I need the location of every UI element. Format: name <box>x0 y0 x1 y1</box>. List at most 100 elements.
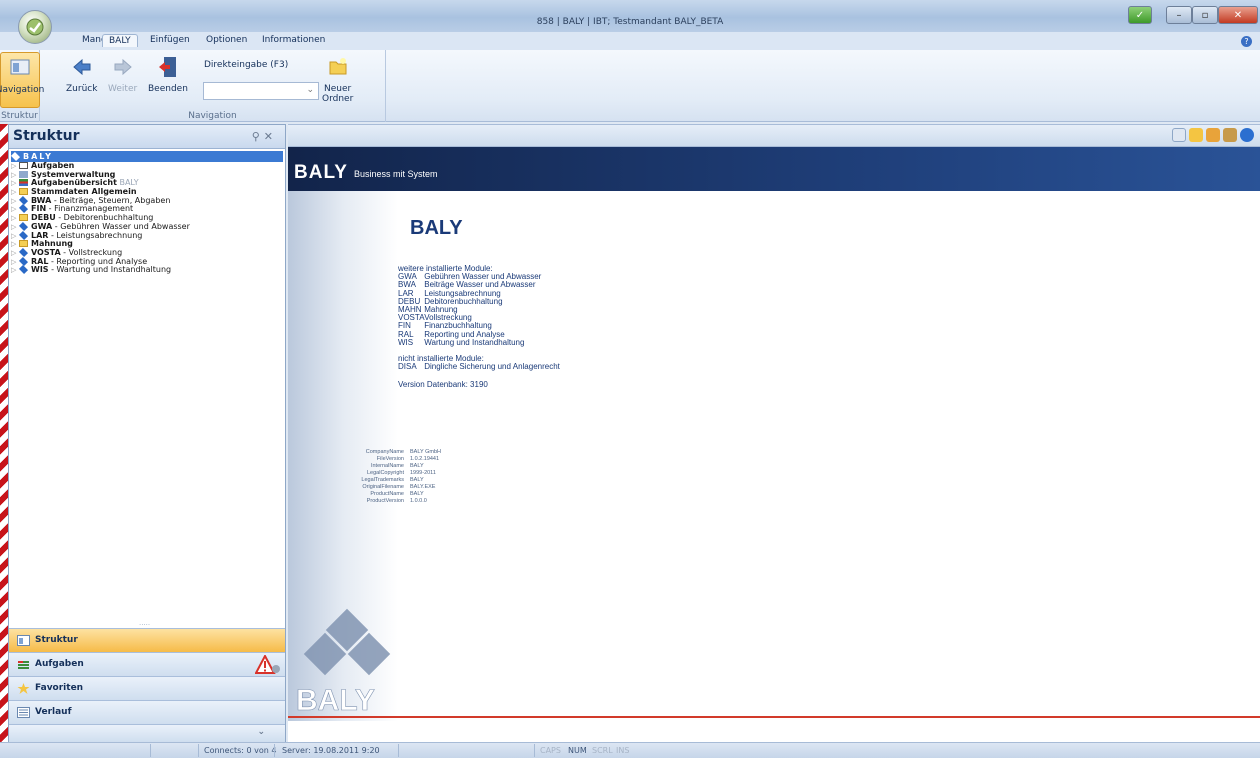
expand-arrow-icon[interactable]: ▷ <box>11 205 19 214</box>
tab-einfuegen[interactable]: Einfügen <box>144 34 196 46</box>
application-menu-button[interactable] <box>18 10 52 44</box>
tree-item-description: - Reporting und Analyse <box>48 256 148 266</box>
navigation-button[interactable]: Navigation <box>0 52 44 108</box>
banner-subtitle: Business mit System <box>354 169 438 179</box>
expand-arrow-icon[interactable]: ▷ <box>11 188 19 197</box>
meta-value: 1999-2011 <box>410 470 436 476</box>
tab-baly[interactable]: BALY <box>102 34 138 47</box>
nav-label-favoriten: Favoriten <box>35 683 84 693</box>
folder-icon <box>19 214 28 222</box>
navigation-label: Navigation <box>0 85 45 95</box>
meta-value: BALY GmbH <box>410 449 441 455</box>
pin-icon[interactable] <box>1189 128 1203 142</box>
tree-item-label: RAL <box>31 256 49 266</box>
expand-arrow-icon[interactable]: ▷ <box>11 171 19 180</box>
tools-icon[interactable] <box>1223 128 1237 142</box>
help-icon[interactable]: ? <box>1241 36 1252 47</box>
meta-value: 1.0.0.0 <box>410 498 427 504</box>
nav-overflow-button[interactable]: ⌄ <box>9 724 285 742</box>
tree-item-description: BALY <box>119 178 139 188</box>
tab-optionen[interactable]: Optionen <box>200 34 253 46</box>
dropdown-icon[interactable]: ⌄ <box>306 85 314 95</box>
close-button[interactable]: ✕ <box>1218 6 1258 24</box>
diamond-icon <box>18 221 29 231</box>
nav-button-favoriten[interactable]: Favoriten <box>9 676 285 700</box>
tree-item[interactable]: ▷ WIS - Wartung und Instandhaltung <box>11 265 283 275</box>
ribbon-group-struktur: Navigation Struktur <box>0 50 44 122</box>
minimize-button[interactable]: – <box>1166 6 1192 24</box>
expand-arrow-icon[interactable]: ▷ <box>11 179 19 188</box>
weiter-label: Weiter <box>108 84 138 94</box>
tree-item-label: Stammdaten Allgemein <box>31 187 137 197</box>
neuer-ordner-button[interactable]: Neuer Ordner <box>322 52 353 104</box>
folder-icon <box>19 188 28 196</box>
expand-arrow-icon[interactable]: ▷ <box>11 266 19 275</box>
nav-button-aufgaben[interactable]: Aufgaben <box>9 652 285 676</box>
watermark-text: BALY <box>296 684 375 717</box>
meta-key: ProductName <box>370 491 404 497</box>
meta-value: BALY <box>410 491 424 497</box>
module-code: WIS <box>398 337 414 347</box>
diamond-icon <box>18 265 29 275</box>
ribbon-tabs: Mandant BALY Einfügen Optionen Informati… <box>0 32 1260 50</box>
tree-item-label: DEBU <box>31 213 56 223</box>
beenden-label: Beenden <box>148 84 188 94</box>
tree-item-label: Mahnung <box>31 239 73 249</box>
diamond-icon <box>18 256 29 266</box>
exit-door-icon <box>155 54 181 80</box>
structure-tree: BALY ▷ Aufgaben ▷ Systemverwaltung ▷ Aufgaben… <box>10 151 283 275</box>
expand-arrow-icon[interactable]: ▷ <box>11 249 19 258</box>
struktur-header: Struktur ⚲✕ <box>9 125 285 149</box>
nav-label-verlauf: Verlauf <box>35 707 72 717</box>
module-list: weitere installierte Module: GWA Gebühre… <box>398 264 560 390</box>
file-meta: CompanyName BALY GmbH FileVersion 1.0.2.194… <box>332 449 441 505</box>
history-list-icon <box>17 707 30 718</box>
nav-label-struktur: Struktur <box>35 635 78 645</box>
expand-arrow-icon[interactable]: ▷ <box>11 197 19 206</box>
structure-icon <box>17 635 30 646</box>
expand-arrow-icon[interactable]: ▷ <box>11 258 19 267</box>
tab-informationen[interactable]: Informationen <box>256 34 331 46</box>
nav-button-verlauf[interactable]: Verlauf <box>9 700 285 724</box>
app-status-button[interactable]: ✓ <box>1128 6 1152 24</box>
banner-logo: BALY <box>294 162 348 183</box>
weiter-button[interactable]: Weiter <box>108 52 137 94</box>
status-server: Server: 19.08.2011 9:20 <box>282 746 380 755</box>
lock-icon[interactable] <box>1206 128 1220 142</box>
meta-key: LegalCopyright <box>367 470 404 476</box>
status-bar: Connects: 0 von 4 Server: 19.08.2011 9:2… <box>0 742 1260 758</box>
meta-row: CompanyName BALY GmbH <box>332 449 441 456</box>
expand-arrow-icon[interactable]: ▷ <box>11 162 19 171</box>
new-folder-icon <box>325 54 351 80</box>
tree-item-description: - Debitorenbuchhaltung <box>55 213 154 223</box>
edit-icon[interactable] <box>1172 128 1186 142</box>
meta-key: LegalTrademarks <box>361 477 404 483</box>
tree-item-label: FIN <box>31 204 47 214</box>
nav-button-struktur[interactable]: Struktur <box>9 628 285 652</box>
meta-row: OriginalFilename BALY.EXE <box>332 484 441 491</box>
main-content: BALY Business mit System BALY weitere in… <box>288 124 1260 742</box>
arrow-left-icon <box>69 54 95 80</box>
tree-item-description: - Gebühren Wasser und Abwasser <box>52 221 190 231</box>
maximize-button[interactable]: ▫ <box>1192 6 1218 24</box>
expand-arrow-icon[interactable]: ▷ <box>11 223 19 232</box>
module-name: Wartung und Instandhaltung <box>424 337 525 347</box>
help-icon[interactable] <box>1240 128 1254 142</box>
close-panel-icon[interactable]: ✕ <box>264 130 277 143</box>
status-scrl: SCRL <box>592 746 613 755</box>
tree-item-description: - Beiträge, Steuern, Abgaben <box>51 195 171 205</box>
arrow-right-icon <box>110 54 136 80</box>
expand-arrow-icon[interactable]: ▷ <box>11 232 19 241</box>
expand-arrow-icon[interactable]: ▷ <box>11 214 19 223</box>
tree-item-label: VOSTA <box>31 247 61 257</box>
tasklist-icon <box>19 179 28 187</box>
direkteingabe-input[interactable]: ⌄ <box>203 82 319 100</box>
search-icon[interactable]: ⚲ <box>252 130 264 143</box>
meta-key: FileVersion <box>376 456 404 462</box>
expand-arrow-icon[interactable]: ▷ <box>11 240 19 249</box>
group-label-navigation: Navigation <box>188 111 237 121</box>
footer-red-line <box>288 716 1260 718</box>
beenden-button[interactable]: Beenden <box>148 52 188 94</box>
tree-item-label: Aufgabenübersicht <box>31 178 117 188</box>
zurueck-button[interactable]: Zurück <box>66 52 97 94</box>
